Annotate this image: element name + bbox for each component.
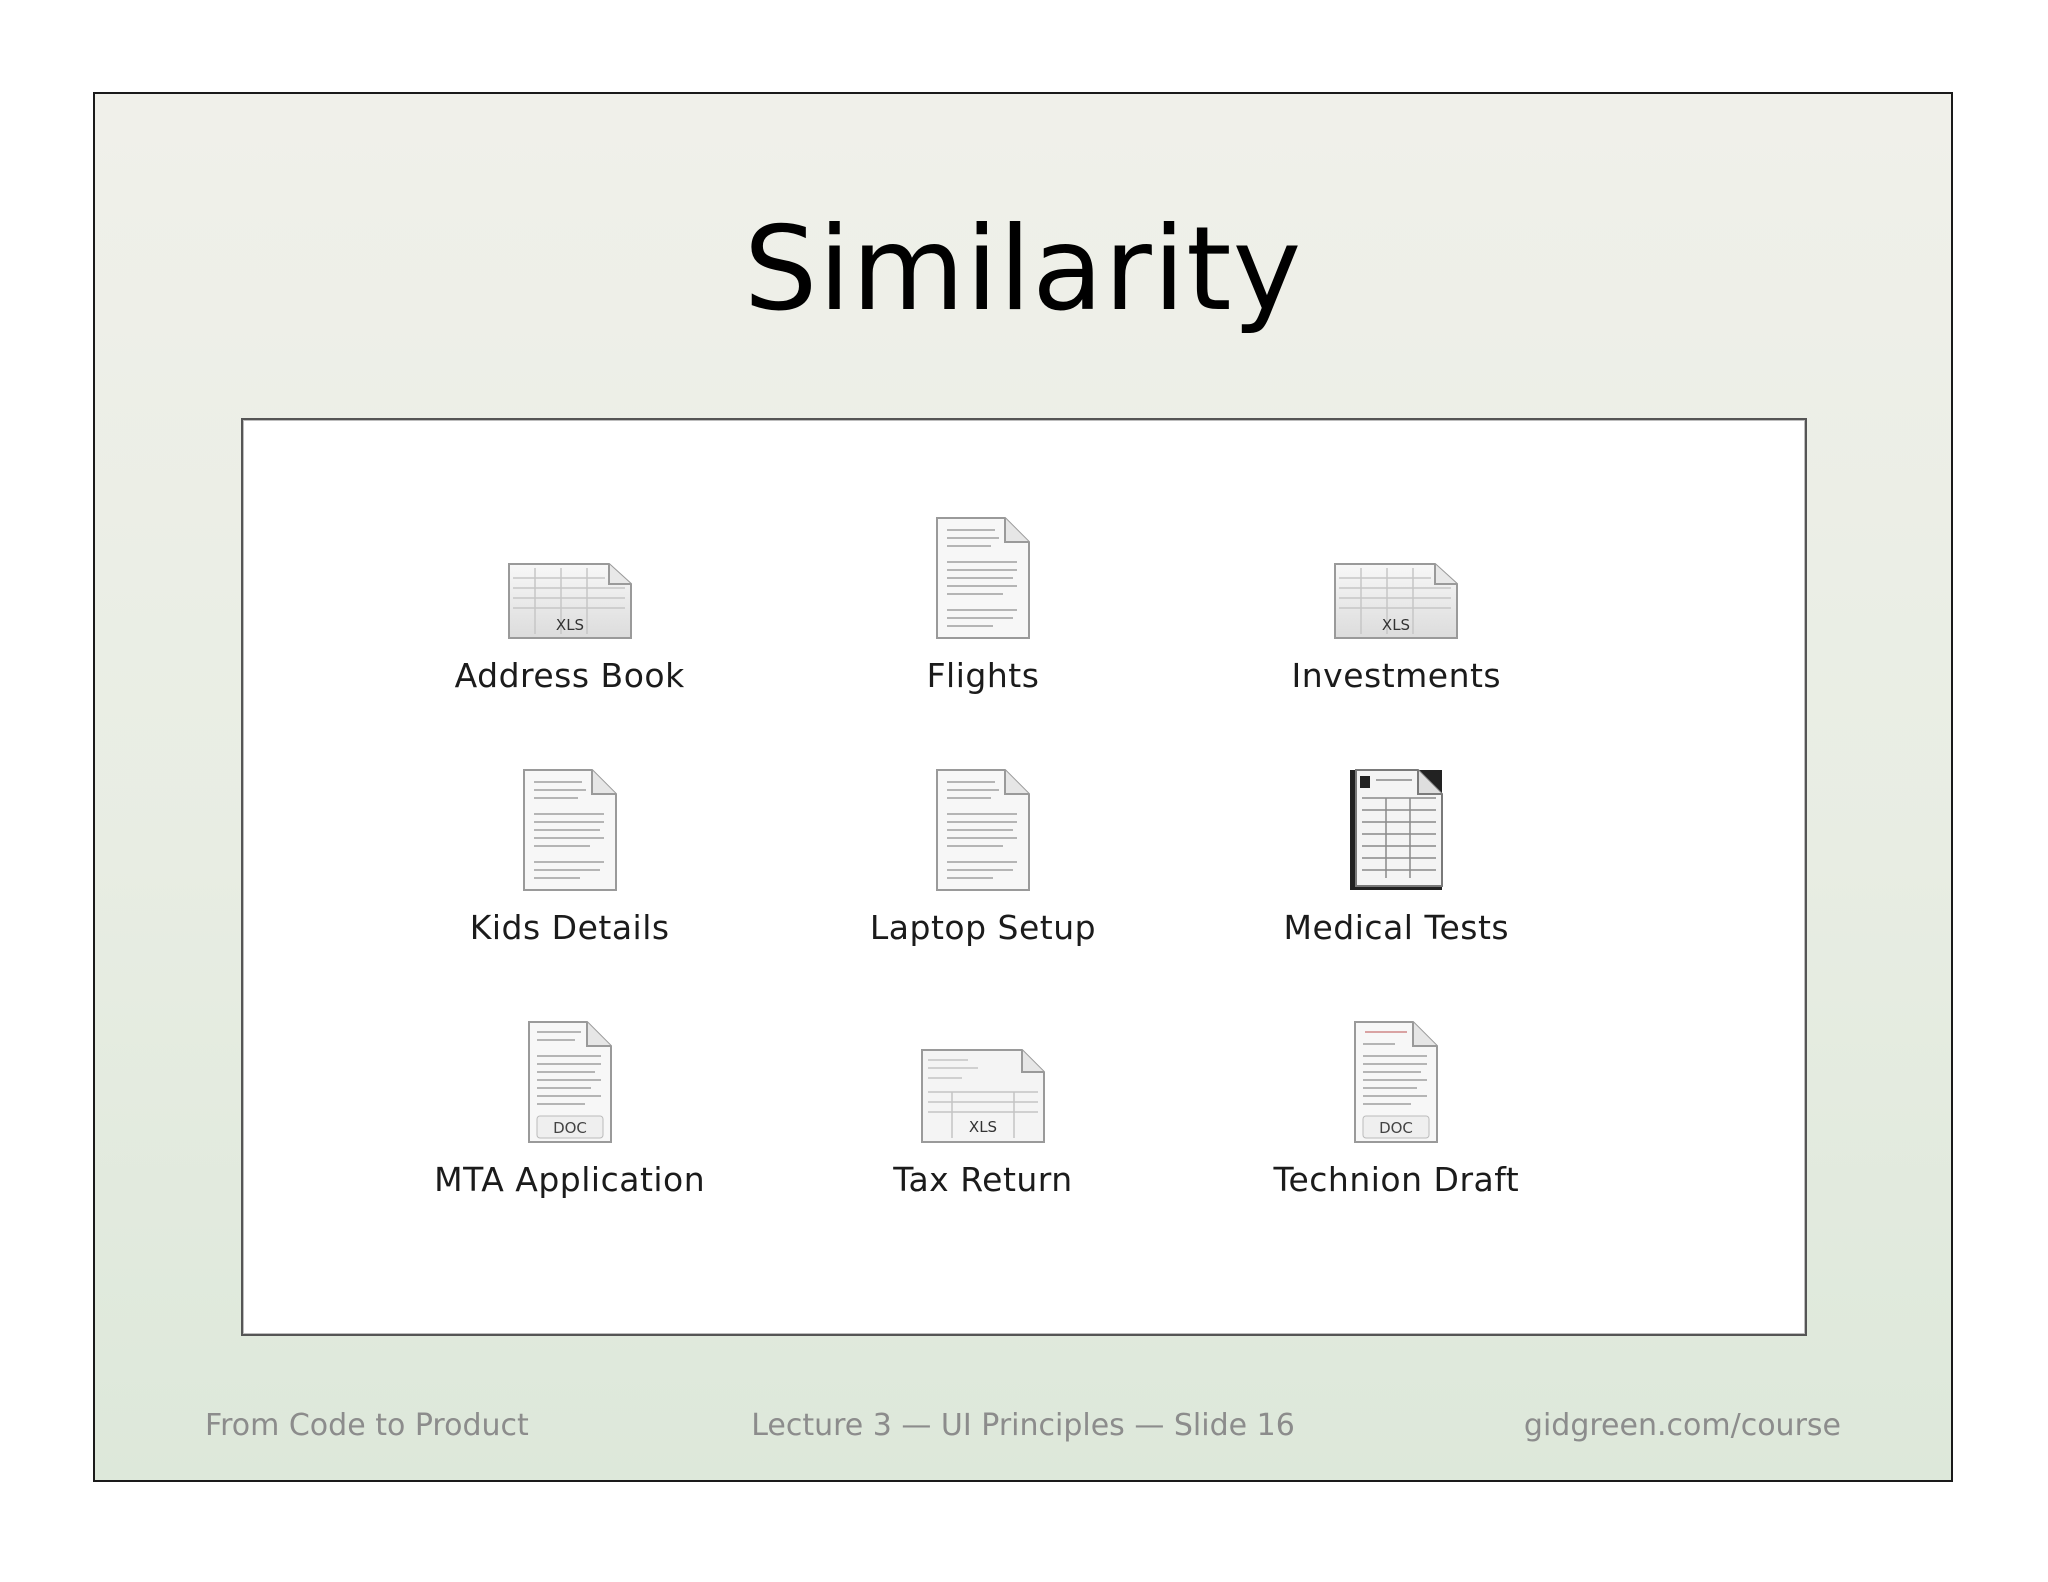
- file-item-laptop-setup[interactable]: Laptop Setup: [776, 762, 1189, 1014]
- file-item-technion-draft[interactable]: DOC Technion Draft: [1190, 1014, 1603, 1266]
- file-item-mta-application[interactable]: DOC MTA Application: [363, 1014, 776, 1266]
- file-label: Medical Tests: [1283, 908, 1510, 947]
- file-label: Laptop Setup: [869, 908, 1097, 947]
- file-label: Tax Return: [893, 1160, 1073, 1199]
- slide-title: Similarity: [743, 202, 1303, 337]
- doc-document-icon: DOC: [1351, 1014, 1441, 1146]
- svg-text:XLS: XLS: [969, 1118, 997, 1136]
- scanned-form-icon: [1346, 762, 1446, 894]
- file-item-tax-return[interactable]: XLS Tax Return: [776, 1014, 1189, 1266]
- text-document-icon: [933, 510, 1033, 642]
- file-label: Investments: [1291, 656, 1502, 695]
- xls-spreadsheet-icon: XLS: [1331, 510, 1461, 642]
- file-label: Flights: [926, 656, 1040, 695]
- file-item-medical-tests[interactable]: Medical Tests: [1190, 762, 1603, 1014]
- file-grid: XLS Address Book Flights XLS Investments…: [363, 510, 1603, 1266]
- xls-spreadsheet-icon: XLS: [505, 510, 635, 642]
- file-item-investments[interactable]: XLS Investments: [1190, 510, 1603, 762]
- file-item-address-book[interactable]: XLS Address Book: [363, 510, 776, 762]
- xls-form-icon: XLS: [918, 1014, 1048, 1146]
- doc-document-icon: DOC: [525, 1014, 615, 1146]
- file-label: Address Book: [454, 656, 685, 695]
- file-item-kids-details[interactable]: Kids Details: [363, 762, 776, 1014]
- svg-text:XLS: XLS: [556, 616, 584, 634]
- text-document-icon: [520, 762, 620, 894]
- finder-icon-view: XLS Address Book Flights XLS Investments…: [241, 418, 1807, 1336]
- file-label: MTA Application: [434, 1160, 706, 1199]
- file-label: Technion Draft: [1273, 1160, 1520, 1199]
- file-item-flights[interactable]: Flights: [776, 510, 1189, 762]
- svg-text:DOC: DOC: [1379, 1119, 1413, 1137]
- text-document-icon: [933, 762, 1033, 894]
- svg-text:XLS: XLS: [1382, 616, 1410, 634]
- footer-url: gidgreen.com/course: [1523, 1408, 1841, 1443]
- file-label: Kids Details: [469, 908, 670, 947]
- svg-text:DOC: DOC: [553, 1119, 587, 1137]
- slide: Similarity XLS Address Book Flights XLS …: [93, 92, 1953, 1482]
